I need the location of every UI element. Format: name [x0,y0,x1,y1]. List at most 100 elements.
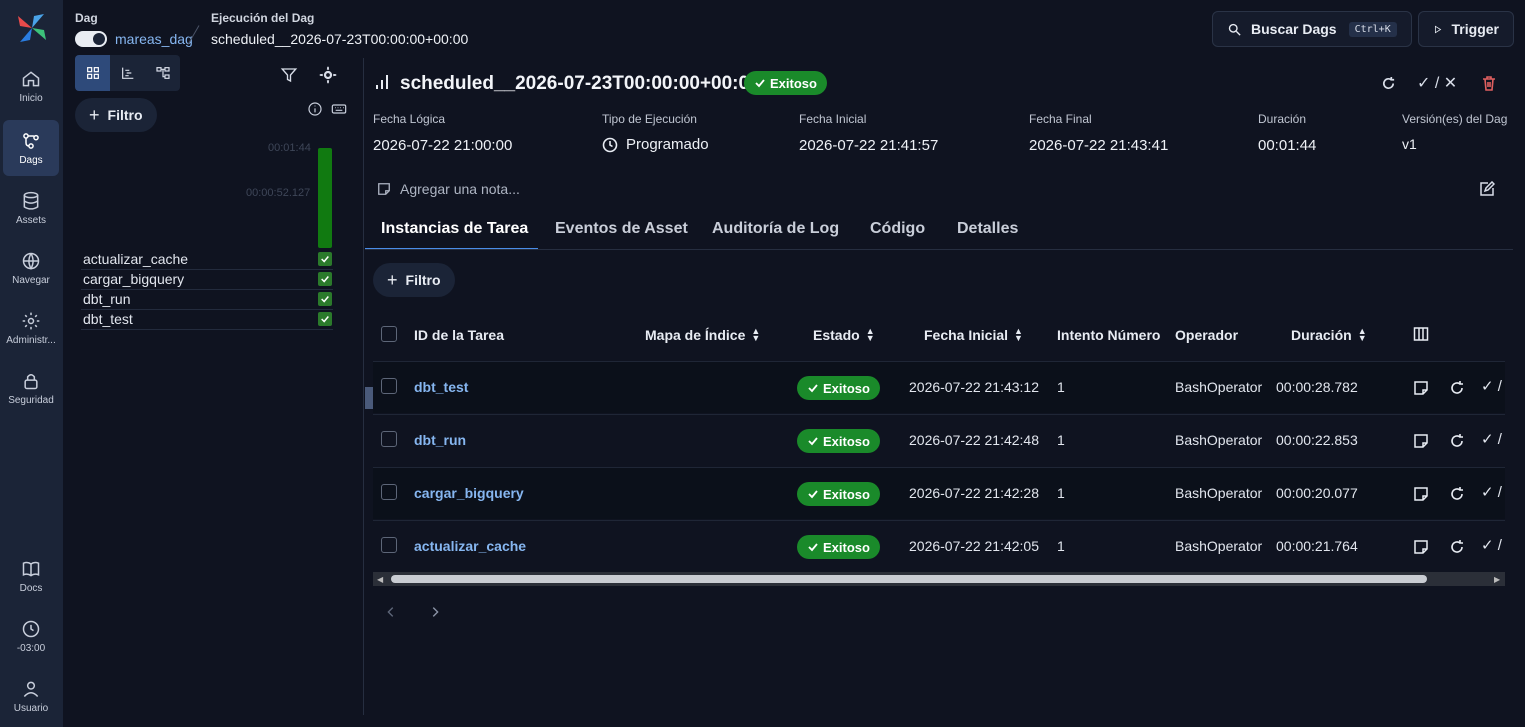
row-checkbox[interactable] [381,537,397,553]
next-page-icon[interactable] [428,605,442,619]
run-duration-bar[interactable] [318,148,332,248]
meta-logical-date-label: Fecha Lógica [373,112,446,126]
nav-home[interactable]: Inicio [3,58,59,114]
task-success-cell[interactable] [318,312,332,326]
nav-security[interactable]: Seguridad [3,360,59,416]
th-state[interactable]: Estado ▲ ▼ [813,327,875,344]
select-all-checkbox[interactable] [381,326,397,342]
th-operator[interactable]: Operador [1175,327,1238,343]
breadcrumb-dag-label: Dag [75,11,98,25]
home-icon [22,70,40,86]
grid-task-row[interactable]: dbt_run [81,290,333,310]
tab-code[interactable]: Código [870,220,925,238]
refresh-icon[interactable] [1449,380,1465,396]
grid-task-row[interactable]: cargar_bigquery [81,270,333,290]
tab-details[interactable]: Detalles [957,220,1018,238]
meta-start-date-label: Fecha Inicial [799,112,867,126]
add-note-button[interactable]: Agregar una nota... [400,181,520,197]
task-success-cell[interactable] [318,272,332,286]
check-icon [808,490,818,499]
grid-filter-button[interactable]: + Filtro [75,98,157,132]
run-status-badge: Exitoso [744,71,827,95]
task-id-link[interactable]: cargar_bigquery [414,485,524,501]
table-filter-label: Filtro [405,272,441,288]
refresh-icon[interactable] [1381,76,1396,91]
refresh-icon[interactable] [1449,433,1465,449]
search-dags-button[interactable]: Buscar Dags Ctrl+K [1212,11,1412,47]
table-row[interactable]: dbt_run Exitoso 2026-07-22 21:42:48 1 BashOp… [373,414,1505,466]
task-status-badge: Exitoso [797,535,880,559]
th-duration[interactable]: Duración ▲ ▼ [1291,327,1367,344]
info-icon[interactable] [307,101,323,117]
check-icon [808,384,818,393]
book-icon [22,561,40,577]
tab-task-instances[interactable]: Instancias de Tarea [381,220,528,238]
th-start-date[interactable]: Fecha Inicial ▲ ▼ [924,327,1023,344]
task-id-link[interactable]: dbt_test [414,379,468,395]
airflow-logo[interactable] [14,10,50,46]
edit-icon[interactable] [1479,181,1495,197]
nav-docs[interactable]: Docs [3,548,59,604]
columns-icon[interactable] [1413,326,1429,342]
scroll-left-icon[interactable]: ◀ [377,575,383,584]
task-success-cell[interactable] [318,292,332,306]
row-checkbox[interactable] [381,378,397,394]
task-success-cell[interactable] [318,252,332,266]
th-task-id[interactable]: ID de la Tarea [414,327,504,343]
table-row[interactable]: actualizar_cache Exitoso 2026-07-22 21:42:… [373,520,1505,572]
globe-icon [22,252,40,270]
task-id-link[interactable]: actualizar_cache [414,538,526,554]
check-icon [321,296,329,303]
refresh-icon[interactable] [1449,486,1465,502]
gantt-view-button[interactable] [110,55,145,91]
panel-divider[interactable] [363,58,364,715]
mark-as-button[interactable]: ✓ / ✕ [1417,73,1457,93]
trash-icon[interactable] [1481,75,1497,91]
note-icon[interactable] [1413,539,1429,555]
horizontal-scrollbar[interactable]: ◀ ▶ [373,572,1505,586]
graph-view-button[interactable] [145,55,180,91]
row-checkbox[interactable] [381,484,397,500]
settings-gear-icon[interactable] [319,66,337,84]
table-filter-button[interactable]: + Filtro [373,263,455,297]
breadcrumb-dag-link[interactable]: mareas_dag [115,31,193,47]
mark-as-button[interactable]: ✓ / [1481,430,1502,448]
note-icon[interactable] [1413,486,1429,502]
note-icon[interactable] [1413,433,1429,449]
table-row[interactable]: dbt_test Exitoso 2026-07-22 21:43:12 1 BashO… [373,361,1505,413]
row-checkbox[interactable] [381,431,397,447]
plus-icon: + [387,269,398,290]
scrollbar-thumb[interactable] [391,575,1427,583]
trigger-button[interactable]: Trigger [1418,11,1514,47]
th-try-number[interactable]: Intento Número [1057,327,1160,343]
mark-as-button[interactable]: ✓ / [1481,536,1502,554]
scroll-right-icon[interactable]: ▶ [1494,575,1500,584]
filter-funnel-icon[interactable] [280,66,298,84]
task-id-link[interactable]: dbt_run [414,432,466,448]
note-icon[interactable] [1413,380,1429,396]
mark-as-button[interactable]: ✓ / [1481,377,1502,395]
refresh-icon[interactable] [1449,539,1465,555]
grid-task-row[interactable]: actualizar_cache [81,250,333,270]
grid-view-button[interactable] [75,55,110,91]
nav-browse[interactable]: Navegar [3,240,59,296]
nav-label: Usuario [13,702,49,714]
table-row[interactable]: cargar_bigquery Exitoso 2026-07-22 21:42:2… [373,467,1505,519]
tab-asset-events[interactable]: Eventos de Asset [555,220,688,238]
prev-page-icon[interactable] [384,605,398,619]
nav-label: Administr... [6,334,56,346]
nav-user[interactable]: Usuario [3,668,59,724]
task-start-date: 2026-07-22 21:43:12 [909,379,1039,395]
keyboard-icon[interactable] [331,101,347,117]
nav-assets[interactable]: Assets [3,180,59,236]
lock-icon [24,373,38,389]
gantt-icon [121,67,133,79]
nav-timezone[interactable]: -03:00 [3,608,59,664]
mark-as-button[interactable]: ✓ / [1481,483,1502,501]
tab-audit-log[interactable]: Auditoría de Log [712,220,839,238]
nav-dags[interactable]: Dags [3,120,59,176]
dag-pause-toggle[interactable] [75,31,107,47]
th-map-index[interactable]: Mapa de Índice ▲ ▼ [645,327,760,344]
nav-admin[interactable]: Administr... [3,300,59,356]
grid-task-row[interactable]: dbt_test [81,310,333,330]
